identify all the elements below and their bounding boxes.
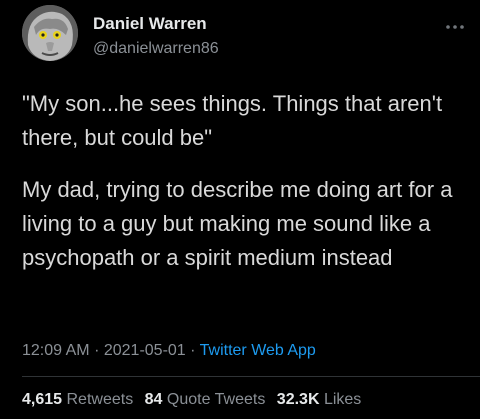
quote-tweets-label: Quote Tweets: [166, 391, 266, 408]
likes-label: Likes: [323, 391, 362, 408]
quote-tweets-stat[interactable]: 84 Quote Tweets: [145, 391, 266, 408]
tweet-date[interactable]: 2021-05-01: [104, 342, 186, 359]
retweets-count: 4,615: [22, 391, 63, 408]
retweets-label: Retweets: [66, 391, 134, 408]
likes-count: 32.3K: [276, 391, 320, 408]
tweet-stats: 4,615 Retweets 84 Quote Tweets 32.3K Lik…: [22, 391, 368, 409]
tweet-body: My dad, trying to describe me doing art …: [22, 177, 453, 270]
tweet-quote-line: "My son...he sees things. Things that ar…: [22, 91, 443, 150]
likes-stat[interactable]: 32.3K Likes: [277, 391, 362, 408]
profile-photo-icon: [22, 5, 78, 61]
tweet-card: Daniel Warren @danielwarren86 "My son...…: [0, 0, 480, 419]
tweet-source[interactable]: Twitter Web App: [200, 342, 316, 359]
tweet-time[interactable]: 12:09 AM: [22, 342, 90, 359]
separator: ·: [190, 342, 196, 359]
divider: [22, 376, 480, 377]
author-display-name[interactable]: Daniel Warren: [93, 14, 207, 34]
retweets-stat[interactable]: 4,615 Retweets: [22, 391, 133, 408]
separator: ·: [94, 342, 100, 359]
avatar[interactable]: [22, 5, 78, 61]
author-handle[interactable]: @danielwarren86: [93, 40, 219, 58]
tweet-metadata: 12:09 AM · 2021-05-01 · Twitter Web App: [22, 342, 316, 360]
quote-tweets-count: 84: [144, 391, 163, 408]
more-horizontal-icon[interactable]: [442, 20, 468, 34]
